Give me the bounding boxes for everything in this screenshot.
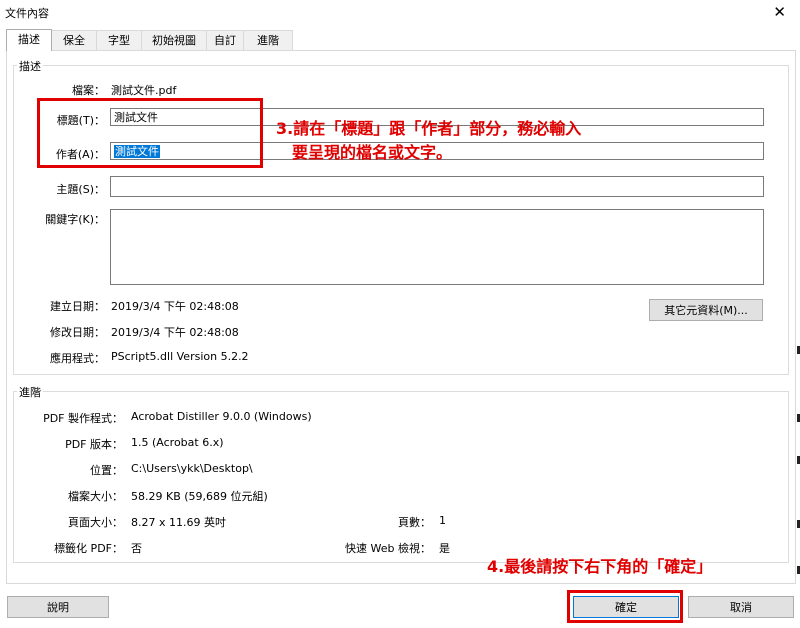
- subject-label: 主題(S)：: [56, 183, 105, 196]
- ok-highlight-box: [567, 590, 683, 623]
- description-group-label: 描述: [17, 58, 43, 74]
- annotation-step4: 4.最後請按下右下角的「確定」: [487, 557, 713, 576]
- tab-custom[interactable]: 自訂: [206, 30, 244, 50]
- file-label: 檔案：: [72, 84, 105, 97]
- app-value: PScript5.dll Version 5.2.2: [111, 350, 249, 363]
- pagesize-label: 頁面大小：: [68, 516, 123, 529]
- modified-value: 2019/3/4 下午 02:48:08: [111, 326, 239, 339]
- tab-advanced[interactable]: 進階: [243, 30, 293, 50]
- version-value: 1.5 (Acrobat 6.x): [131, 436, 224, 449]
- filesize-label: 檔案大小：: [68, 490, 123, 503]
- window-title: 文件內容: [5, 7, 49, 20]
- help-button[interactable]: 說明: [7, 596, 109, 618]
- fastweb-label: 快速 Web 檢視：: [345, 542, 431, 555]
- tab-initial-view[interactable]: 初始視圖: [141, 30, 207, 50]
- keywords-field[interactable]: [110, 209, 764, 285]
- tab-fonts[interactable]: 字型: [96, 30, 142, 50]
- file-value: 測試文件.pdf: [111, 84, 177, 97]
- cancel-button[interactable]: 取消: [688, 596, 794, 618]
- tagged-value: 否: [131, 542, 142, 555]
- fastweb-value: 是: [439, 542, 450, 555]
- version-label: PDF 版本：: [65, 438, 123, 451]
- filesize-value: 58.29 KB (59,689 位元組): [131, 490, 268, 503]
- pagesize-value: 8.27 x 11.69 英吋: [131, 516, 226, 529]
- pages-value: 1: [439, 514, 446, 527]
- annotation-step3-line2: 要呈現的檔名或文字。: [292, 143, 453, 162]
- modified-label: 修改日期：: [50, 326, 105, 339]
- producer-label: PDF 製作程式：: [43, 412, 123, 425]
- location-value: C:\Users\ykk\Desktop\: [131, 462, 253, 475]
- advanced-group: [13, 391, 789, 563]
- tagged-label: 標籤化 PDF：: [54, 542, 123, 555]
- keywords-label: 關鍵字(K)：: [45, 213, 105, 226]
- created-value: 2019/3/4 下午 02:48:08: [111, 300, 239, 313]
- title-author-highlight-box: [37, 98, 263, 168]
- title-bar: [0, 0, 800, 26]
- tab-security[interactable]: 保全: [51, 30, 97, 50]
- created-label: 建立日期：: [50, 300, 105, 313]
- pages-label: 頁數：: [398, 516, 431, 529]
- tab-description[interactable]: 描述: [6, 29, 52, 51]
- location-label: 位置：: [90, 464, 123, 477]
- producer-value: Acrobat Distiller 9.0.0 (Windows): [131, 410, 312, 423]
- close-icon[interactable]: ✕: [773, 3, 786, 21]
- advanced-group-label: 進階: [17, 384, 43, 400]
- annotation-step3-line1: 3.請在「標題」跟「作者」部分，務必輸入: [276, 119, 582, 138]
- app-label: 應用程式：: [50, 352, 105, 365]
- more-metadata-button[interactable]: 其它元資料(M)...: [649, 299, 763, 321]
- subject-field[interactable]: [110, 176, 764, 197]
